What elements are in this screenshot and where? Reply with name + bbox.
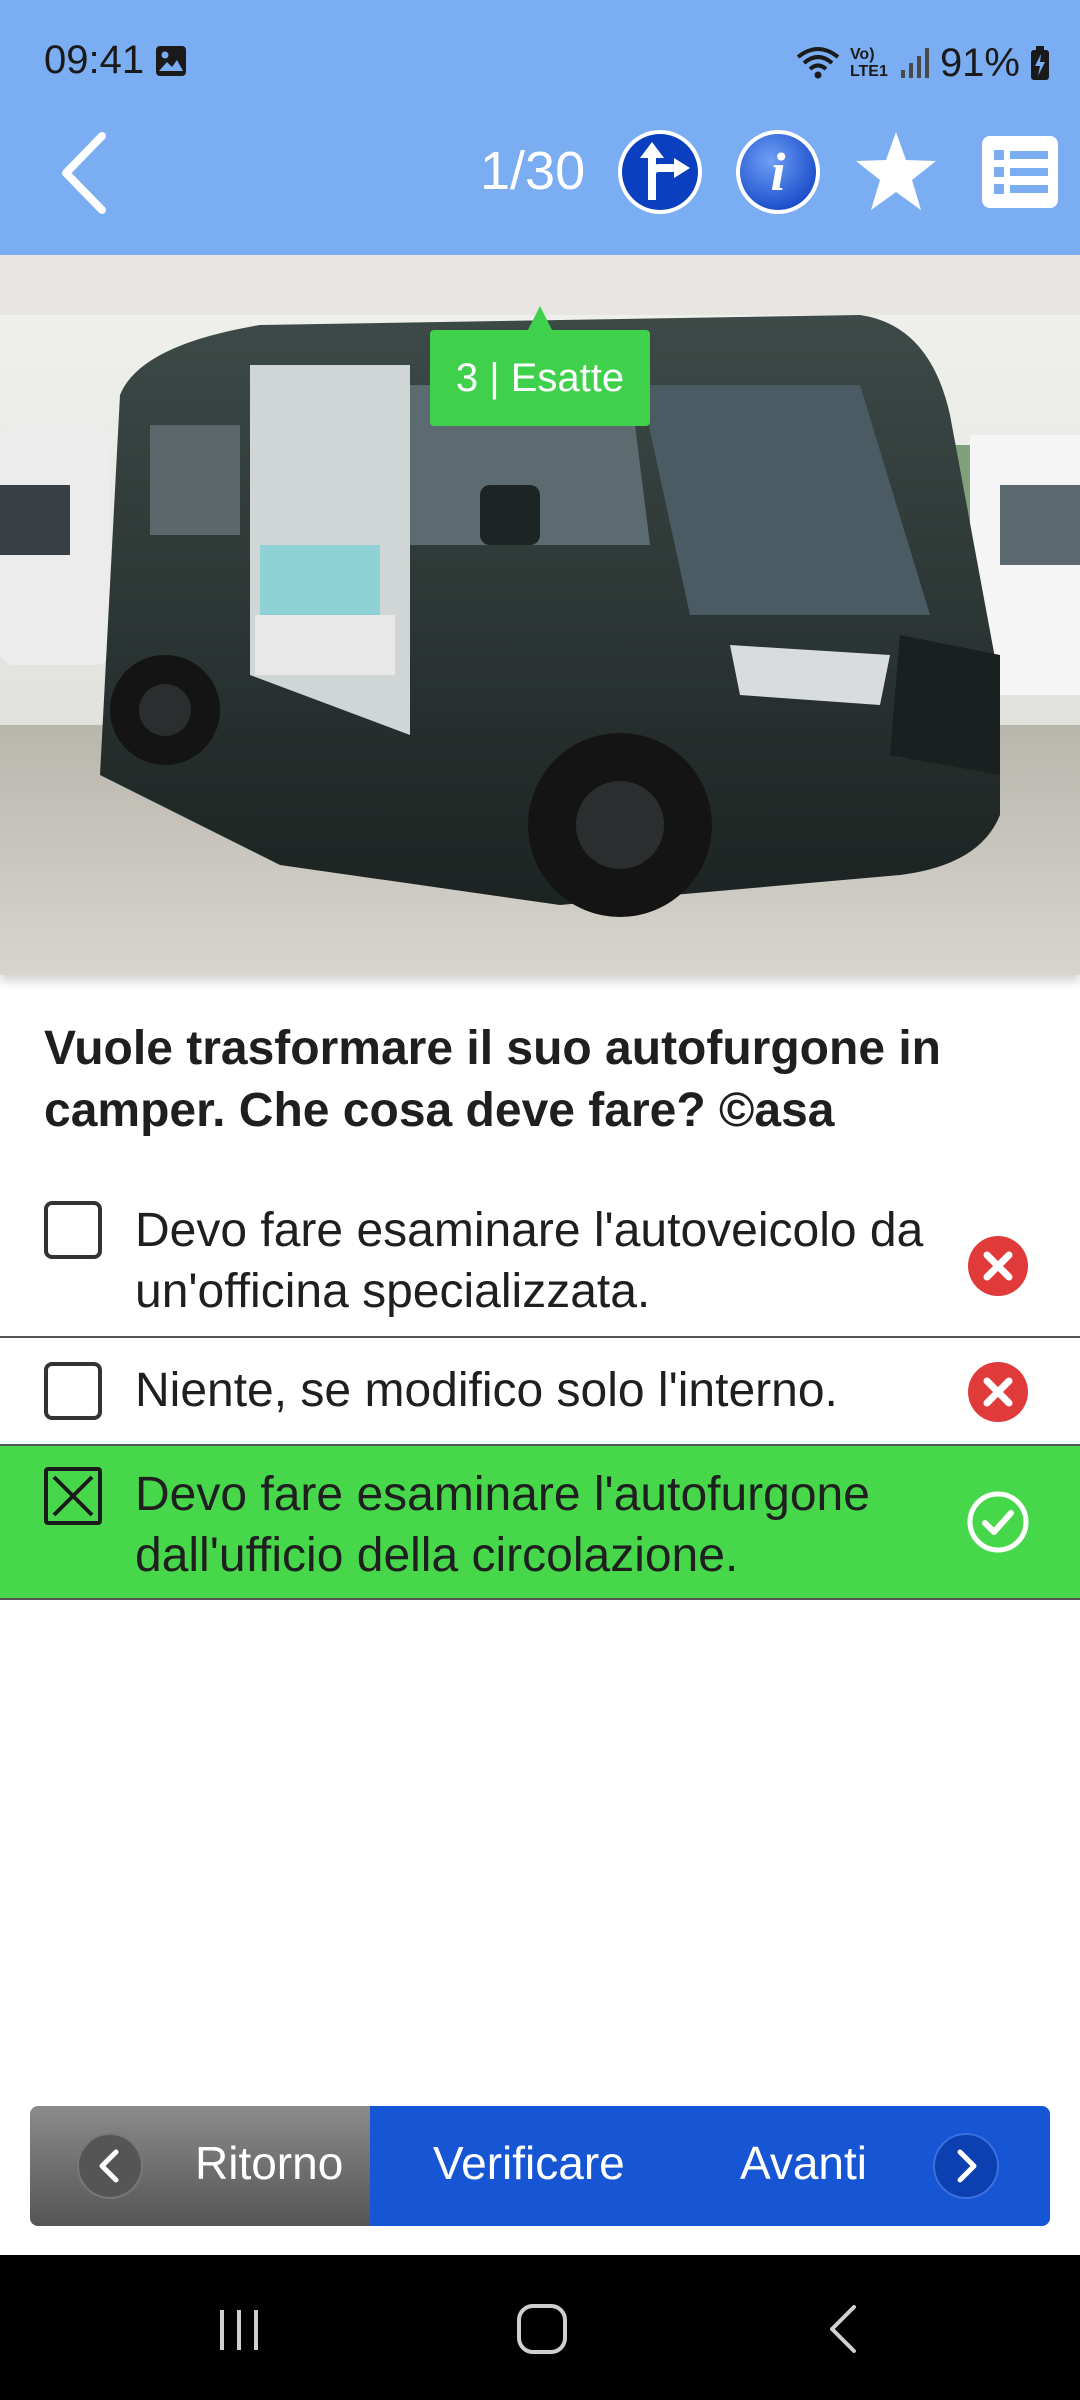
- bottom-navigation: Ritorno Verificare Avanti: [30, 2106, 1050, 2226]
- info-icon[interactable]: i: [734, 128, 822, 216]
- answer-checkbox-checked[interactable]: [44, 1467, 102, 1525]
- system-navigation-bar: [0, 2255, 1080, 2400]
- chevron-right-icon[interactable]: [932, 2132, 1000, 2200]
- answer-checkbox[interactable]: [44, 1201, 102, 1259]
- answer-text: Devo fare esaminare l'autofurgone dall'u…: [135, 1468, 870, 1582]
- answer-option-3[interactable]: Devo fare esaminare l'autofurgone dall'u…: [0, 1446, 1080, 1600]
- star-icon[interactable]: [852, 128, 940, 216]
- list-icon[interactable]: [978, 128, 1066, 216]
- app-header: 09:41 Vo) LTE1 91% 1/30 i: [0, 0, 1080, 255]
- home-icon[interactable]: [514, 2301, 570, 2357]
- gallery-icon: [156, 46, 186, 76]
- status-indicators: Vo) LTE1 91%: [796, 38, 1050, 88]
- wrong-mark-icon: [968, 1362, 1028, 1422]
- answer-option-2[interactable]: Niente, se modifico solo l'interno.: [0, 1338, 1080, 1446]
- battery-icon: [1031, 46, 1049, 80]
- result-badge: 3 | Esatte: [430, 330, 650, 426]
- badge-pointer: [528, 306, 552, 330]
- signal-icon: [900, 48, 929, 78]
- network-type: Vo) LTE1: [849, 46, 888, 80]
- verify-button[interactable]: Verificare: [433, 2136, 625, 2190]
- back-button[interactable]: Ritorno: [30, 2106, 370, 2226]
- back-arrow-icon[interactable]: [54, 128, 114, 218]
- chevron-left-icon[interactable]: [76, 2132, 144, 2200]
- next-button-label[interactable]: Avanti: [740, 2136, 867, 2190]
- recent-apps-icon[interactable]: [214, 2305, 264, 2355]
- svg-text:i: i: [770, 142, 785, 202]
- answer-option-1[interactable]: Devo fare esaminare l'autoveicolo da un'…: [0, 1180, 1080, 1338]
- status-time: 09:41: [44, 38, 145, 82]
- battery-percent: 91%: [939, 40, 1020, 85]
- question-counter: 1/30: [480, 141, 586, 201]
- answer-text: Niente, se modifico solo l'interno.: [135, 1364, 838, 1417]
- system-back-icon[interactable]: [820, 2301, 870, 2357]
- checkbox-x-icon: [52, 1475, 94, 1517]
- question-text: Vuole trasformare il suo autofurgone in …: [44, 1022, 941, 1137]
- correct-check-icon: [967, 1491, 1029, 1553]
- road-sign-icon[interactable]: [616, 128, 704, 216]
- answer-text: Devo fare esaminare l'autoveicolo da un'…: [135, 1204, 924, 1318]
- action-bar: Verificare Avanti: [370, 2106, 1050, 2226]
- back-button-label[interactable]: Ritorno: [195, 2136, 343, 2190]
- answer-checkbox[interactable]: [44, 1362, 102, 1420]
- wifi-icon: [796, 47, 840, 79]
- wrong-mark-icon: [968, 1236, 1028, 1296]
